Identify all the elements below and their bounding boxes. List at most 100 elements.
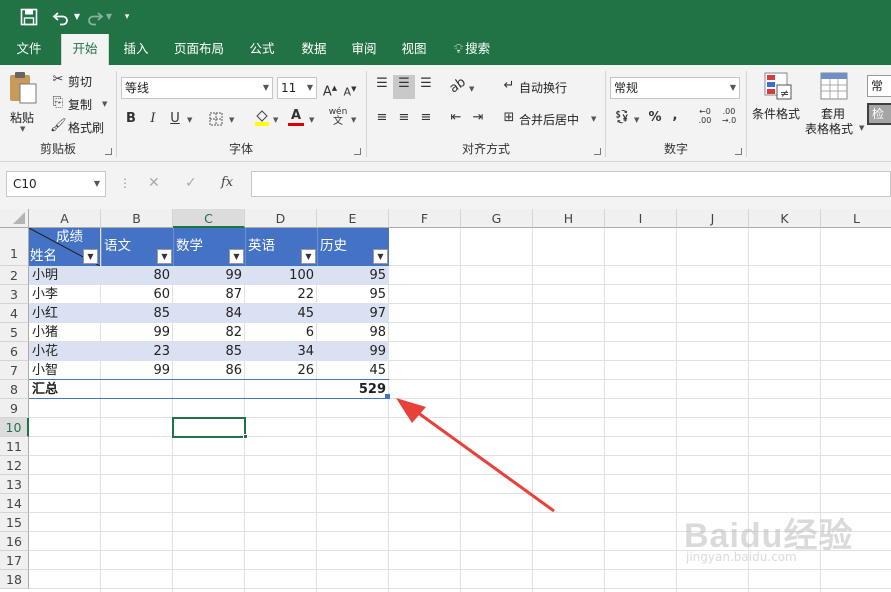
undo-dropdown-icon[interactable]: ▼ bbox=[72, 5, 82, 29]
total-value-cell[interactable]: 529 bbox=[317, 380, 389, 399]
decrease-indent-icon[interactable]: ⇤ bbox=[447, 109, 465, 127]
increase-indent-icon[interactable]: ⇥ bbox=[469, 109, 487, 127]
score-cell[interactable]: 23 bbox=[101, 342, 173, 361]
name-cell[interactable]: 小花 bbox=[29, 342, 101, 361]
score-cell[interactable]: 99 bbox=[101, 361, 173, 380]
column-header-g[interactable]: G bbox=[461, 209, 533, 228]
tab-formulas[interactable]: 公式 bbox=[240, 34, 284, 65]
bold-button[interactable]: B bbox=[123, 110, 139, 128]
phonetic-guide-icon[interactable]: wén 文 bbox=[327, 107, 349, 127]
enter-icon[interactable]: ✓ bbox=[185, 175, 197, 191]
undo-icon[interactable] bbox=[48, 5, 74, 29]
score-cell[interactable]: 85 bbox=[101, 304, 173, 323]
clipboard-launcher-icon[interactable] bbox=[105, 148, 112, 155]
increase-decimal-icon[interactable]: ←0.00 bbox=[694, 107, 716, 125]
row-header-11[interactable]: 11 bbox=[0, 437, 29, 456]
column-header-c[interactable]: C bbox=[173, 209, 245, 228]
filter-button-a[interactable]: ▼ bbox=[83, 249, 98, 264]
save-icon[interactable] bbox=[16, 5, 42, 29]
grow-font-icon[interactable]: A▲ bbox=[321, 79, 339, 101]
filter-button-d[interactable]: ▼ bbox=[301, 249, 316, 264]
format-as-table-button[interactable]: 套用 表格格式 ▼ bbox=[805, 71, 865, 136]
column-header-k[interactable]: K bbox=[749, 209, 821, 228]
score-cell[interactable]: 34 bbox=[245, 342, 317, 361]
redo-dropdown-icon[interactable]: ▼ bbox=[104, 5, 114, 29]
row-header-4[interactable]: 4 bbox=[0, 304, 29, 323]
column-header-f[interactable]: F bbox=[389, 209, 461, 228]
row-header-6[interactable]: 6 bbox=[0, 342, 29, 361]
name-box[interactable]: C10 ▼ bbox=[6, 171, 106, 197]
comma-style-button[interactable]: , bbox=[668, 107, 682, 125]
align-center-icon[interactable]: ≡ bbox=[395, 109, 413, 127]
column-header-a[interactable]: A bbox=[29, 209, 101, 228]
formula-input[interactable] bbox=[251, 171, 891, 197]
name-cell[interactable]: 小猪 bbox=[29, 323, 101, 342]
accounting-format-icon[interactable]: 💱︎ bbox=[612, 109, 632, 127]
customize-icon[interactable]: ▾ bbox=[120, 5, 134, 29]
filter-button-e[interactable]: ▼ bbox=[373, 249, 388, 264]
column-header-d[interactable]: D bbox=[245, 209, 317, 228]
row-header-10[interactable]: 10 bbox=[0, 418, 29, 437]
redo-icon[interactable] bbox=[84, 5, 106, 29]
style-check-cell[interactable]: 检 bbox=[867, 103, 891, 125]
score-cell[interactable]: 86 bbox=[173, 361, 245, 380]
merge-center-button[interactable]: ⊞ 合并后居中 ▼ bbox=[501, 109, 603, 129]
orientation-icon[interactable]: ab bbox=[445, 73, 470, 98]
score-cell[interactable]: 99 bbox=[173, 266, 245, 285]
conditional-formatting-button[interactable]: ≠ 条件格式 bbox=[749, 71, 807, 131]
score-cell[interactable]: 22 bbox=[245, 285, 317, 304]
font-name-select[interactable]: 等线 ▼ bbox=[121, 77, 273, 99]
underline-button[interactable]: U bbox=[167, 110, 183, 128]
score-cell[interactable]: 84 bbox=[173, 304, 245, 323]
score-cell[interactable]: 45 bbox=[245, 304, 317, 323]
row-header-7[interactable]: 7 bbox=[0, 361, 29, 380]
format-painter-button[interactable]: 🖌︎ 格式刷 bbox=[50, 117, 112, 137]
borders-icon[interactable] bbox=[207, 110, 225, 132]
column-header-h[interactable]: H bbox=[533, 209, 605, 228]
score-cell[interactable]: 26 bbox=[245, 361, 317, 380]
font-launcher-icon[interactable] bbox=[354, 148, 361, 155]
filter-button-c[interactable]: ▼ bbox=[229, 249, 244, 264]
alignment-launcher-icon[interactable] bbox=[594, 148, 601, 155]
score-cell[interactable]: 99 bbox=[317, 342, 389, 361]
tab-home[interactable]: 开始 bbox=[61, 34, 109, 65]
name-cell[interactable]: 小明 bbox=[29, 266, 101, 285]
select-all-button[interactable] bbox=[0, 209, 29, 228]
score-cell[interactable]: 98 bbox=[317, 323, 389, 342]
row-header-12[interactable]: 12 bbox=[0, 456, 29, 475]
number-format-select[interactable]: 常规 ▼ bbox=[610, 77, 740, 99]
style-normal[interactable]: 常 bbox=[867, 75, 891, 97]
name-box-dropdown-icon[interactable]: ▼ bbox=[94, 172, 100, 196]
row-header-8[interactable]: 8 bbox=[0, 380, 29, 399]
tab-insert[interactable]: 插入 bbox=[114, 34, 158, 65]
cancel-icon[interactable]: ✕ bbox=[148, 175, 160, 191]
fill-handle[interactable] bbox=[243, 434, 248, 439]
score-cell[interactable]: 95 bbox=[317, 285, 389, 304]
tab-review[interactable]: 审阅 bbox=[342, 34, 386, 65]
tab-page-layout[interactable]: 页面布局 bbox=[164, 34, 234, 65]
column-header-j[interactable]: J bbox=[677, 209, 749, 228]
align-left-icon[interactable]: ≡ bbox=[373, 109, 391, 127]
align-right-icon[interactable]: ≡ bbox=[417, 109, 435, 127]
align-bottom-icon[interactable]: ☰ bbox=[417, 75, 435, 93]
row-header-15[interactable]: 15 bbox=[0, 513, 29, 532]
number-launcher-icon[interactable] bbox=[735, 148, 742, 155]
copy-button[interactable]: ⎘ 复制 ▼ bbox=[50, 94, 112, 114]
score-cell[interactable]: 97 bbox=[317, 304, 389, 323]
row-header-9[interactable]: 9 bbox=[0, 399, 29, 418]
score-cell[interactable]: 87 bbox=[173, 285, 245, 304]
score-cell[interactable]: 85 bbox=[173, 342, 245, 361]
row-header-16[interactable]: 16 bbox=[0, 532, 29, 551]
column-header-l[interactable]: L bbox=[821, 209, 891, 228]
score-cell[interactable]: 100 bbox=[245, 266, 317, 285]
fill-color-icon[interactable] bbox=[253, 108, 271, 132]
column-header-i[interactable]: I bbox=[605, 209, 677, 228]
selected-cell[interactable] bbox=[172, 417, 246, 438]
score-cell[interactable]: 45 bbox=[317, 361, 389, 380]
score-cell[interactable]: 80 bbox=[101, 266, 173, 285]
tab-file[interactable]: 文件 bbox=[6, 34, 52, 65]
row-header-1[interactable]: 1 bbox=[0, 228, 29, 266]
row-header-18[interactable]: 18 bbox=[0, 570, 29, 589]
name-cell[interactable]: 小红 bbox=[29, 304, 101, 323]
decrease-decimal-icon[interactable]: .00 →.0 bbox=[718, 107, 740, 125]
